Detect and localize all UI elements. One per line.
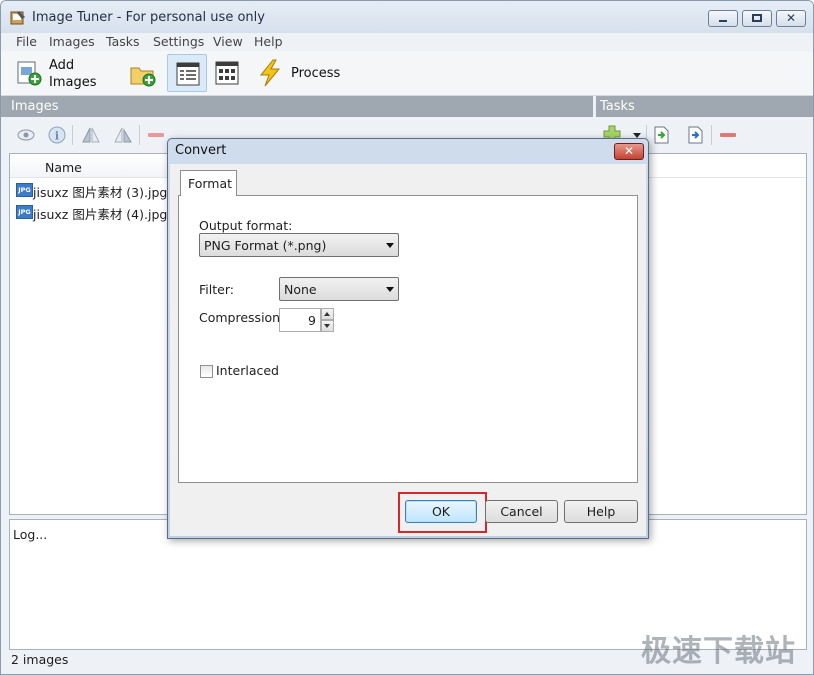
thumbnail-view-icon[interactable] (215, 61, 239, 85)
maximize-button[interactable] (742, 10, 772, 27)
add-image-icon (17, 61, 42, 86)
tasks-panel-header: Tasks (596, 96, 813, 117)
convert-dialog: Convert ✕ Format Output format: PNG Form… (167, 138, 649, 539)
window-title: Image Tuner - For personal use only (32, 10, 265, 25)
remove-task-icon[interactable] (720, 133, 736, 137)
svg-text:i: i (55, 130, 59, 143)
process-button[interactable]: Process (255, 57, 345, 89)
tab-format[interactable]: Format (180, 170, 237, 196)
menu-file[interactable]: File (16, 34, 37, 49)
minimize-icon (719, 20, 727, 22)
dialog-title: Convert (175, 143, 227, 158)
import-task-icon[interactable] (653, 126, 669, 144)
lightning-icon (259, 59, 281, 87)
details-view-button[interactable] (167, 54, 207, 92)
separator (711, 125, 712, 145)
menu-help[interactable]: Help (254, 34, 283, 49)
jpg-file-icon: JPG (16, 183, 33, 197)
eye-icon[interactable] (17, 126, 35, 144)
compression-stepper[interactable]: 9 (279, 308, 335, 332)
tab-label: Format (188, 176, 233, 191)
log-text: Log... (13, 527, 48, 542)
maximize-icon (752, 14, 762, 22)
interlaced-label[interactable]: Interlaced (216, 363, 279, 378)
compression-field[interactable]: 9 (279, 308, 321, 332)
file-name: jisuxz 图片素材 (3).jpg (33, 185, 168, 200)
compression-label: Compression: (199, 310, 285, 325)
add-folder-icon[interactable] (129, 62, 157, 88)
output-format-label: Output format: (199, 218, 293, 233)
format-tab-page: Output format: PNG Format (*.png) Filter… (178, 195, 638, 483)
separator (139, 125, 140, 145)
filter-label: Filter: (199, 282, 234, 297)
info-icon[interactable]: i (48, 126, 66, 144)
minimize-button[interactable] (708, 10, 738, 27)
flip-horizontal-icon[interactable] (81, 126, 101, 144)
dialog-close-button[interactable]: ✕ (614, 143, 644, 160)
remove-image-icon[interactable] (148, 133, 164, 137)
menu-bar: File Images Tasks Settings View Help (1, 33, 813, 51)
spin-down-button[interactable] (321, 320, 334, 332)
chevron-up-icon (324, 312, 330, 316)
interlaced-checkbox[interactable] (200, 365, 213, 378)
add-images-button[interactable]: Add Images (11, 53, 101, 93)
add-images-label: Add (49, 58, 75, 73)
dialog-body: Format Output format: PNG Format (*.png)… (170, 164, 646, 536)
close-button[interactable]: ✕ (776, 10, 806, 27)
process-label: Process (291, 66, 341, 81)
separator (72, 125, 73, 145)
add-images-label-2: Images (49, 75, 97, 90)
chevron-down-icon (386, 243, 394, 248)
title-bar: Image Tuner - For personal use only ✕ (1, 1, 813, 33)
file-name: jisuxz 图片素材 (4).jpg (33, 207, 168, 222)
cancel-button[interactable]: Cancel (485, 500, 558, 523)
menu-tasks[interactable]: Tasks (106, 34, 140, 49)
chevron-down-icon (386, 287, 394, 292)
details-view-icon (176, 62, 200, 86)
filter-value: None (284, 282, 317, 297)
watermark: 极速下载站 (641, 634, 796, 669)
menu-images[interactable]: Images (49, 34, 95, 49)
main-window: Image Tuner - For personal use only ✕ Fi… (0, 0, 814, 675)
app-icon (10, 11, 25, 25)
spin-up-button[interactable] (321, 308, 334, 320)
filter-select[interactable]: None (279, 277, 399, 301)
menu-settings[interactable]: Settings (153, 34, 204, 49)
jpg-file-icon: JPG (16, 205, 33, 219)
flip-vertical-icon[interactable] (113, 126, 133, 144)
export-task-icon[interactable] (687, 126, 703, 144)
ok-button[interactable]: OK (405, 500, 477, 523)
output-format-value: PNG Format (*.png) (204, 238, 327, 253)
status-text: 2 images (11, 652, 69, 667)
close-icon: ✕ (786, 11, 797, 25)
images-panel-header: Images (1, 96, 593, 117)
output-format-select[interactable]: PNG Format (*.png) (199, 233, 399, 257)
column-name[interactable]: Name (45, 160, 82, 175)
toolbar: Add Images Process (1, 51, 813, 96)
chevron-down-icon (324, 324, 330, 328)
help-button[interactable]: Help (564, 500, 638, 523)
close-icon: ✕ (623, 144, 635, 158)
compression-value: 9 (308, 313, 316, 328)
menu-view[interactable]: View (213, 34, 243, 49)
